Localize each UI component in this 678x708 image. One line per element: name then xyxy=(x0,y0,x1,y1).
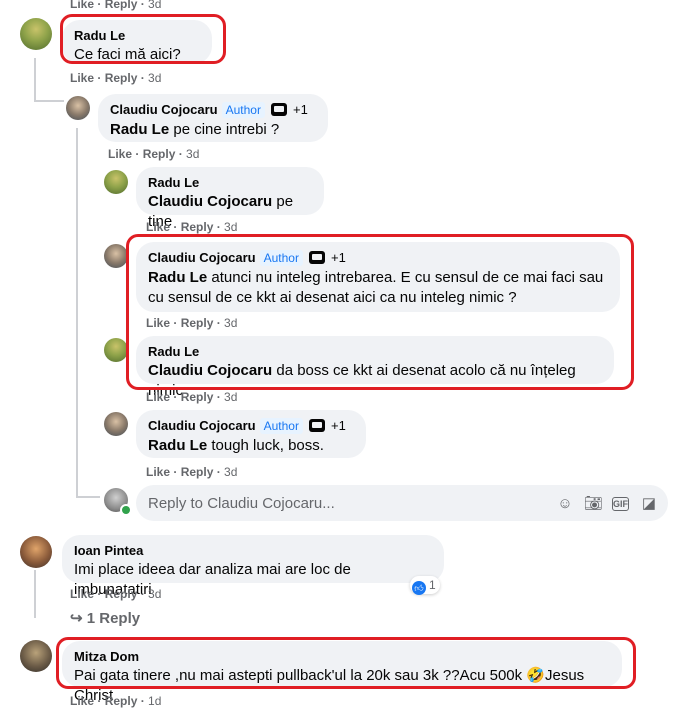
comment-actions-6: Like · Reply · 3d xyxy=(146,465,238,479)
comment-text: Ce faci mă aici? xyxy=(74,46,181,63)
comment-author[interactable]: Mitza Dom xyxy=(74,649,610,664)
comment-actions-top: Like · Reply · 3d xyxy=(70,0,161,11)
reply-input-placeholder: Reply to Claudiu Cojocaru... xyxy=(148,495,335,512)
comment-bubble-claudiu-3: Claudiu Cojocaru Author +1 Radu Le tough l… xyxy=(136,410,366,458)
mention-link[interactable]: Radu Le xyxy=(110,121,169,138)
moderator-icon xyxy=(308,251,325,264)
comment-actions-7: Like · Reply · 3d xyxy=(70,587,162,601)
comment-actions-4: Like · Reply · 3d xyxy=(146,316,238,330)
like-link[interactable]: Like xyxy=(146,220,170,234)
comment-author[interactable]: Radu Le xyxy=(148,175,312,190)
reaction-summary[interactable]: 👍︎ 1 xyxy=(410,576,440,595)
comment-author[interactable]: Radu Le xyxy=(74,28,200,43)
timestamp[interactable]: 3d xyxy=(186,147,199,161)
like-link[interactable]: Like xyxy=(108,147,132,161)
sticker-icon[interactable]: ◪ xyxy=(640,495,658,513)
comment-actions-3: Like · Reply · 3d xyxy=(146,220,238,234)
thread-line-nested xyxy=(76,128,78,496)
timestamp[interactable]: 1d xyxy=(148,694,161,708)
avatar-mitza-dom[interactable] xyxy=(20,640,52,672)
reply-link[interactable]: Reply xyxy=(105,694,138,708)
reaction-count: 1 xyxy=(429,578,436,592)
mention-link[interactable]: Claudiu Cojocaru xyxy=(148,362,272,379)
avatar-ioan-pintea[interactable] xyxy=(20,536,52,568)
author-badge: Author xyxy=(259,418,303,434)
moderator-icon xyxy=(308,419,325,432)
comment-author[interactable]: Claudiu Cojocaru xyxy=(110,102,218,117)
timestamp[interactable]: 3d xyxy=(224,316,237,330)
reply-link[interactable]: Reply xyxy=(105,0,138,11)
comment-text: Radu Le pe cine intrebi ? xyxy=(110,121,280,138)
comment-author[interactable]: Ioan Pintea xyxy=(74,543,432,558)
reply-link[interactable]: Reply xyxy=(105,587,138,601)
comment-bubble-radu-1: Radu Le Ce faci mă aici? xyxy=(62,20,212,64)
thread-line-nested-curve xyxy=(76,496,100,498)
online-status-dot xyxy=(120,504,132,516)
timestamp[interactable]: 3d xyxy=(224,220,237,234)
like-reaction-icon: 👍︎ xyxy=(412,581,426,595)
timestamp[interactable]: 3d xyxy=(148,71,161,85)
timestamp[interactable]: 3d xyxy=(224,390,237,404)
comment-author[interactable]: Claudiu Cojocaru xyxy=(148,418,256,433)
moderator-icon xyxy=(270,103,287,116)
comment-bubble-radu-2: Radu Le Claudiu Cojocaru pe tine xyxy=(136,167,324,230)
comment-bubble-claudiu-1: Claudiu Cojocaru Author +1 Radu Le pe cine… xyxy=(98,94,328,142)
reply-link[interactable]: Reply xyxy=(143,147,176,161)
avatar-claudiu-cojocaru[interactable] xyxy=(104,412,128,436)
timestamp[interactable]: 3d xyxy=(148,0,161,11)
timestamp[interactable]: 3d xyxy=(224,465,237,479)
comment-bubble-ioan: Ioan Pintea Imi place ideea dar analiza … xyxy=(62,535,444,598)
camera-icon[interactable]: 📷︎ xyxy=(584,495,603,513)
comment-actions-8: Like · Reply · 1d xyxy=(70,694,162,708)
badge-extra-count: +1 xyxy=(330,418,346,433)
like-link[interactable]: Like xyxy=(70,0,94,11)
comment-text: Radu Le atunci nu inteleg intrebarea. E … xyxy=(148,269,604,306)
comment-bubble-radu-3: Radu Le Claudiu Cojocaru da boss ce kkt … xyxy=(136,336,614,399)
comment-actions-5: Like · Reply · 3d xyxy=(146,390,238,404)
reply-link[interactable]: Reply xyxy=(181,316,214,330)
mention-link[interactable]: Radu Le xyxy=(148,269,207,286)
reply-link[interactable]: Reply xyxy=(181,465,214,479)
thread-line-ioan xyxy=(34,570,36,618)
reply-link[interactable]: Reply xyxy=(105,71,138,85)
thread-line-main-curve xyxy=(34,100,64,102)
comment-bubble-mitza: Mitza Dom Pai gata tinere ,nu mai astept… xyxy=(62,641,622,704)
avatar-radu-le[interactable] xyxy=(20,18,52,50)
comment-actions-1: Like · Reply · 3d xyxy=(70,71,162,85)
author-badge: Author xyxy=(221,102,265,118)
avatar-claudiu-cojocaru[interactable] xyxy=(104,244,128,268)
badge-extra-count: +1 xyxy=(292,102,308,117)
like-link[interactable]: Like xyxy=(146,316,170,330)
reply-link[interactable]: Reply xyxy=(181,220,214,234)
like-link[interactable]: Like xyxy=(70,587,94,601)
timestamp[interactable]: 3d xyxy=(148,587,161,601)
reply-link[interactable]: Reply xyxy=(181,390,214,404)
avatar-radu-le[interactable] xyxy=(104,170,128,194)
mention-link[interactable]: Radu Le xyxy=(148,437,207,454)
reply-input-box[interactable]: Reply to Claudiu Cojocaru... ☺ 📷︎ GIF ◪ xyxy=(136,485,668,521)
view-replies-link[interactable]: ↪ 1 Reply xyxy=(70,609,140,627)
author-badge: Author xyxy=(259,250,303,266)
like-link[interactable]: Like xyxy=(146,390,170,404)
avatar-radu-le[interactable] xyxy=(104,338,128,362)
comment-author[interactable]: Claudiu Cojocaru xyxy=(148,250,256,265)
comment-author[interactable]: Radu Le xyxy=(148,344,602,359)
like-link[interactable]: Like xyxy=(146,465,170,479)
like-link[interactable]: Like xyxy=(70,71,94,85)
gif-icon[interactable]: GIF xyxy=(612,497,629,511)
mention-link[interactable]: Claudiu Cojocaru xyxy=(148,193,272,210)
like-link[interactable]: Like xyxy=(70,694,94,708)
smile-icon[interactable]: ☺ xyxy=(556,495,574,513)
badge-extra-count: +1 xyxy=(330,250,346,265)
comment-text: Radu Le tough luck, boss. xyxy=(148,437,324,454)
comment-bubble-claudiu-2: Claudiu Cojocaru Author +1 Radu Le atunci … xyxy=(136,242,620,312)
comment-actions-2: Like · Reply · 3d xyxy=(108,147,200,161)
avatar-claudiu-cojocaru[interactable] xyxy=(66,96,90,120)
thread-line-main xyxy=(34,58,36,100)
